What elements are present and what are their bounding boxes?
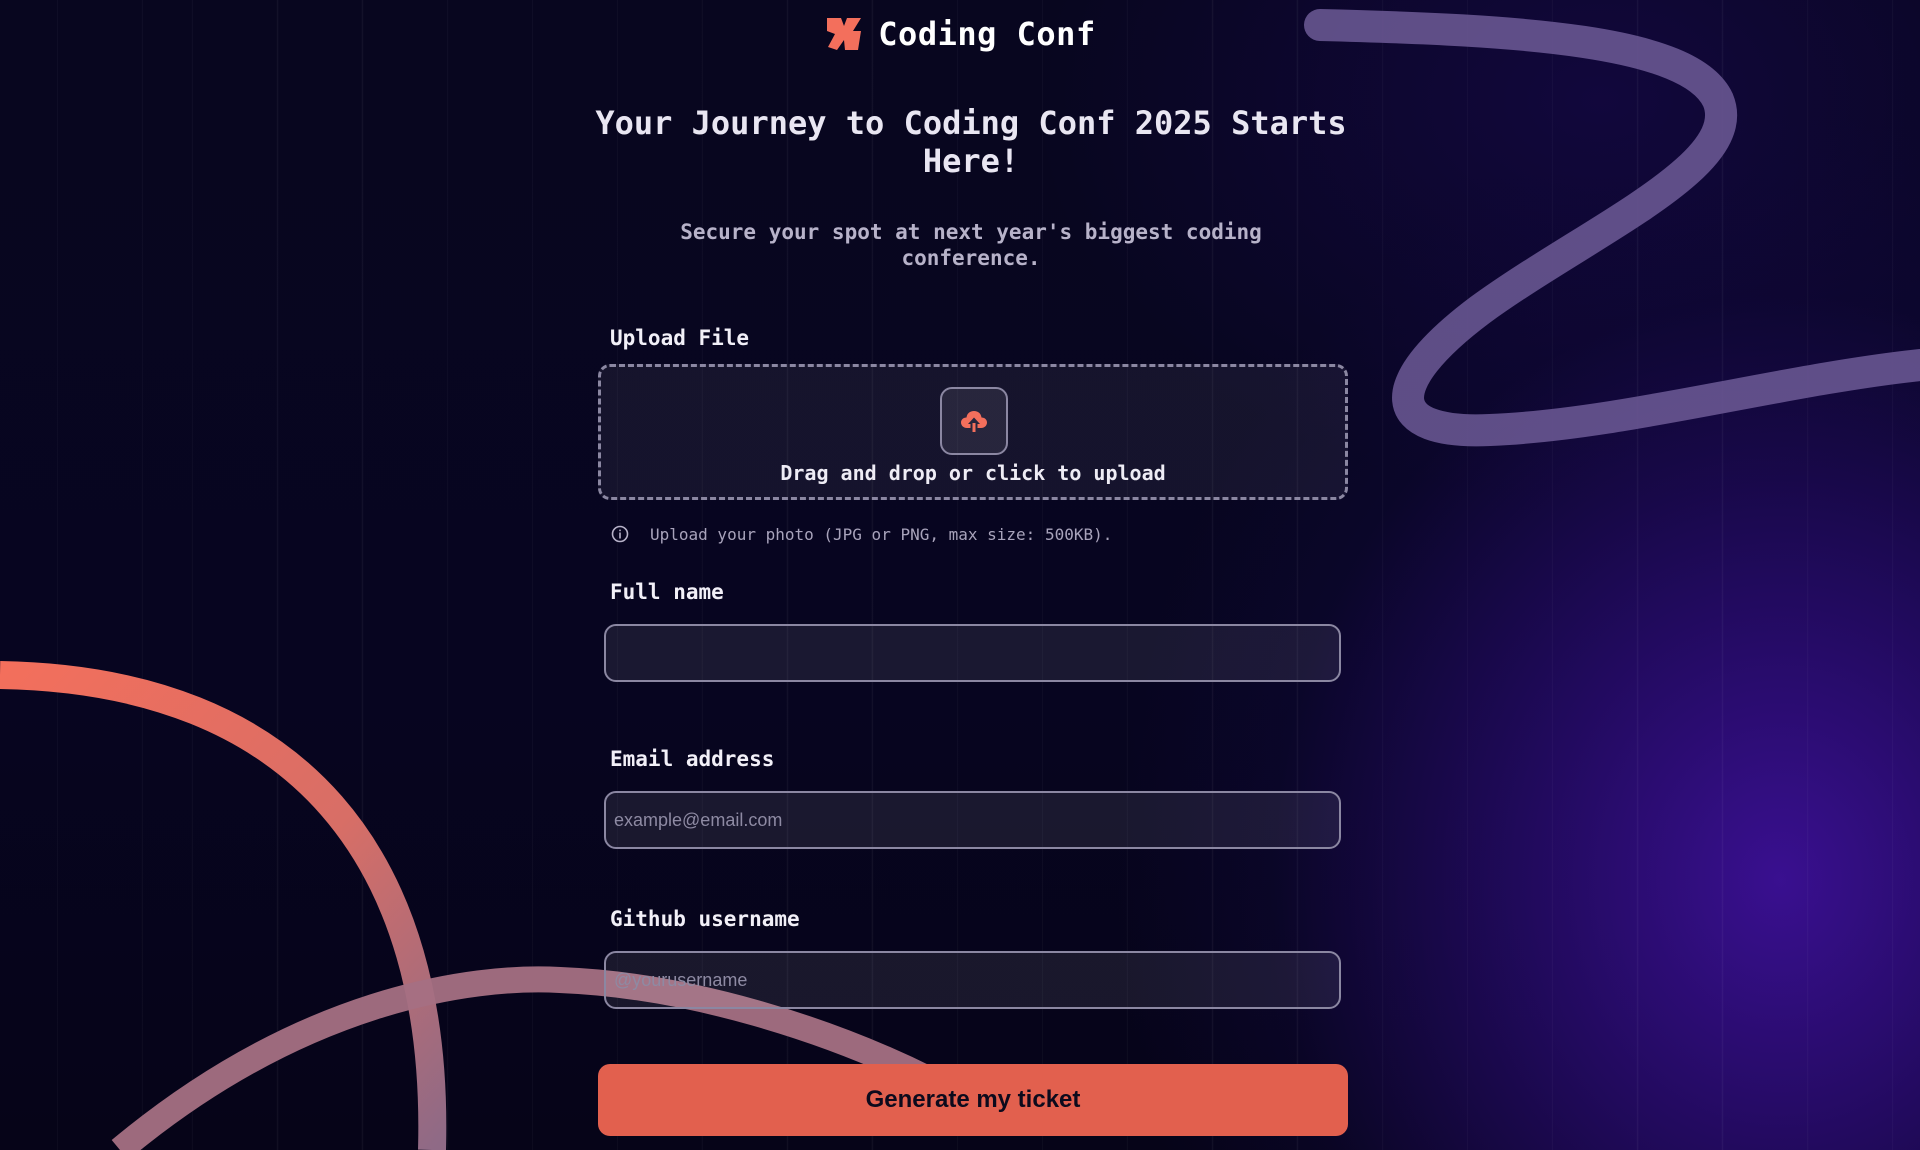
upload-label: Upload File (610, 326, 750, 350)
ticket-form-page: Coding Conf Your Journey to Coding Conf … (0, 0, 1920, 1150)
upload-hint-text: Upload your photo (JPG or PNG, max size:… (650, 524, 1113, 544)
brand-name: Coding Conf (878, 15, 1096, 53)
cloud-upload-icon (961, 411, 987, 432)
brand-logo[interactable]: Coding Conf (0, 14, 1920, 54)
upload-instructions: Drag and drop or click to upload (780, 461, 1166, 485)
upload-icon-container (940, 387, 1008, 455)
info-icon (611, 525, 629, 543)
full-name-input[interactable] (604, 624, 1341, 682)
upload-dropzone[interactable]: Drag and drop or click to upload (598, 364, 1348, 500)
generate-ticket-button[interactable]: Generate my ticket (598, 1064, 1348, 1136)
email-input[interactable] (604, 791, 1341, 849)
page-title: Your Journey to Coding Conf 2025 Starts … (595, 104, 1347, 180)
page-subtitle: Secure your spot at next year's biggest … (680, 220, 1262, 270)
github-username-input[interactable] (604, 951, 1341, 1009)
full-name-label: Full name (610, 580, 724, 604)
upload-hint: Upload your photo (JPG or PNG, max size:… (610, 524, 1112, 544)
github-label: Github username (610, 907, 800, 931)
coding-conf-logo-icon (827, 18, 862, 50)
email-label: Email address (610, 747, 775, 771)
